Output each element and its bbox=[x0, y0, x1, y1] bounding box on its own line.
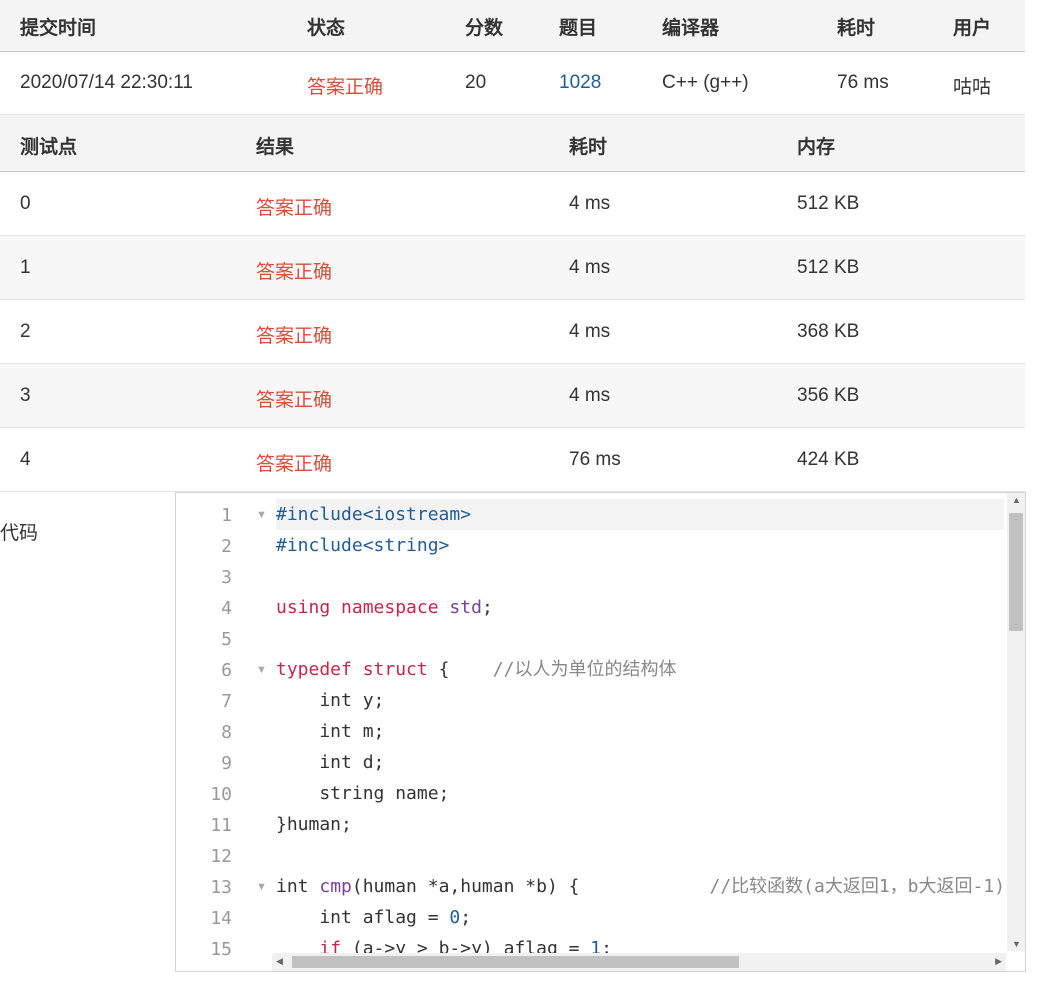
code-line[interactable]: int d; bbox=[276, 747, 1004, 778]
col-time: 耗时 bbox=[569, 137, 608, 158]
table-row: 2 答案正确 4 ms 368 KB bbox=[0, 300, 1025, 364]
code-line[interactable] bbox=[276, 623, 1004, 654]
code-line[interactable]: int cmp(human *a,human *b) { //比较函数(a大返回… bbox=[276, 871, 1004, 902]
score: 20 bbox=[465, 72, 487, 93]
user-name[interactable]: 咕咕 bbox=[953, 72, 991, 99]
code-line[interactable]: }human; bbox=[276, 809, 1004, 840]
table-row: 1 答案正确 4 ms 512 KB bbox=[0, 236, 1025, 300]
code-editor[interactable]: 1 ▼ 2 3 4 5 6 ▼ 7 8 9 10 11 12 13 ▼ 14 15 #include<iostre… bbox=[175, 492, 1026, 972]
test-memory: 512 KB bbox=[797, 257, 860, 278]
test-memory: 512 KB bbox=[797, 193, 860, 214]
line-number: 11 bbox=[210, 815, 232, 836]
test-id: 3 bbox=[20, 385, 31, 406]
table-row: 0 答案正确 4 ms 512 KB bbox=[0, 172, 1025, 236]
duration: 76 ms bbox=[837, 72, 889, 93]
test-time: 4 ms bbox=[569, 321, 611, 342]
test-result: 答案正确 bbox=[256, 390, 333, 411]
line-number: 10 bbox=[210, 784, 232, 805]
vertical-scroll-thumb[interactable] bbox=[1009, 513, 1023, 631]
line-number: 2 bbox=[221, 536, 232, 557]
test-id: 2 bbox=[20, 321, 31, 342]
line-number: 5 bbox=[221, 629, 232, 650]
test-time: 76 ms bbox=[569, 449, 621, 470]
code-line[interactable]: #include<string> bbox=[276, 530, 1004, 561]
test-id: 4 bbox=[20, 449, 31, 470]
horizontal-scroll-thumb[interactable] bbox=[292, 956, 739, 968]
test-id: 0 bbox=[20, 193, 31, 214]
col-test-id: 测试点 bbox=[20, 137, 78, 158]
table-row: 3 答案正确 4 ms 356 KB bbox=[0, 364, 1025, 428]
col-user: 用户 bbox=[953, 18, 992, 39]
col-submit-time: 提交时间 bbox=[20, 18, 97, 39]
test-result: 答案正确 bbox=[256, 198, 333, 219]
code-line[interactable]: string name; bbox=[276, 778, 1004, 809]
test-result: 答案正确 bbox=[256, 326, 333, 347]
fold-arrow-icon[interactable]: ▼ bbox=[256, 509, 267, 521]
col-score: 分数 bbox=[465, 18, 504, 39]
code-line[interactable]: int y; bbox=[276, 685, 1004, 716]
status-badge: 答案正确 bbox=[307, 77, 384, 98]
test-time: 4 ms bbox=[569, 257, 611, 278]
code-line[interactable] bbox=[276, 840, 1004, 871]
line-number: 6 bbox=[221, 660, 232, 681]
fold-arrow-icon[interactable]: ▼ bbox=[256, 881, 267, 893]
test-memory: 356 KB bbox=[797, 385, 860, 406]
col-compiler: 编译器 bbox=[662, 18, 720, 39]
col-result: 结果 bbox=[256, 137, 295, 158]
code-line[interactable]: int aflag = 0; bbox=[276, 902, 1004, 933]
scroll-left-arrow-icon[interactable]: ◀ bbox=[276, 956, 283, 967]
compiler: C++ (g++) bbox=[662, 72, 749, 93]
test-time: 4 ms bbox=[569, 193, 611, 214]
vertical-scrollbar[interactable]: ▲ ▼ bbox=[1007, 493, 1025, 951]
code-line[interactable]: typedef struct { //以人为单位的结构体 bbox=[276, 654, 1004, 685]
code-line[interactable]: #include<iostream> bbox=[276, 499, 1004, 530]
line-number: 15 bbox=[210, 939, 232, 960]
col-memory: 内存 bbox=[797, 137, 836, 158]
line-number: 13 bbox=[210, 877, 232, 898]
submission-row: 2020/07/14 22:30:11 答案正确 20 1028 C++ (g+… bbox=[0, 52, 1025, 115]
code-line[interactable]: if (a->y > b->y) aflag = 1; bbox=[276, 933, 1004, 953]
line-number: 12 bbox=[210, 846, 232, 867]
test-time: 4 ms bbox=[569, 385, 611, 406]
fold-arrow-icon[interactable]: ▼ bbox=[256, 664, 267, 676]
line-number: 4 bbox=[221, 598, 232, 619]
test-id: 1 bbox=[20, 257, 31, 278]
code-line[interactable]: using namespace std; bbox=[276, 592, 1004, 623]
code-line[interactable] bbox=[276, 561, 1004, 592]
line-number: 8 bbox=[221, 722, 232, 743]
col-problem: 题目 bbox=[559, 18, 598, 39]
line-number: 7 bbox=[221, 691, 232, 712]
test-result: 答案正确 bbox=[256, 454, 333, 475]
code-label: 代码 bbox=[0, 523, 39, 544]
code-line[interactable]: int m; bbox=[276, 716, 1004, 747]
scroll-up-arrow-icon[interactable]: ▲ bbox=[1012, 495, 1021, 505]
scroll-right-arrow-icon[interactable]: ▶ bbox=[995, 956, 1002, 967]
line-number-gutter: 1 ▼ 2 3 4 5 6 ▼ 7 8 9 10 11 12 13 ▼ 14 15 bbox=[176, 493, 272, 971]
col-status: 状态 bbox=[307, 18, 346, 39]
line-number: 1 bbox=[221, 505, 232, 526]
scroll-down-arrow-icon[interactable]: ▼ bbox=[1012, 939, 1021, 949]
test-result: 答案正确 bbox=[256, 262, 333, 283]
tests-header-row: 测试点 结果 耗时 内存 bbox=[0, 115, 1025, 172]
submit-time: 2020/07/14 22:30:11 bbox=[20, 72, 193, 93]
test-memory: 368 KB bbox=[797, 321, 860, 342]
table-row: 4 答案正确 76 ms 424 KB bbox=[0, 428, 1025, 492]
line-number: 14 bbox=[210, 908, 232, 929]
col-duration: 耗时 bbox=[837, 18, 876, 39]
submission-header-row: 提交时间 状态 分数 题目 编译器 耗时 用户 bbox=[0, 0, 1025, 52]
horizontal-scrollbar[interactable]: ◀ ▶ bbox=[272, 953, 1006, 971]
line-number: 9 bbox=[221, 753, 232, 774]
test-memory: 424 KB bbox=[797, 449, 860, 470]
code-lines[interactable]: #include<iostream> #include<string> using … bbox=[276, 493, 1004, 953]
line-number: 3 bbox=[221, 567, 232, 588]
problem-link[interactable]: 1028 bbox=[559, 72, 601, 94]
